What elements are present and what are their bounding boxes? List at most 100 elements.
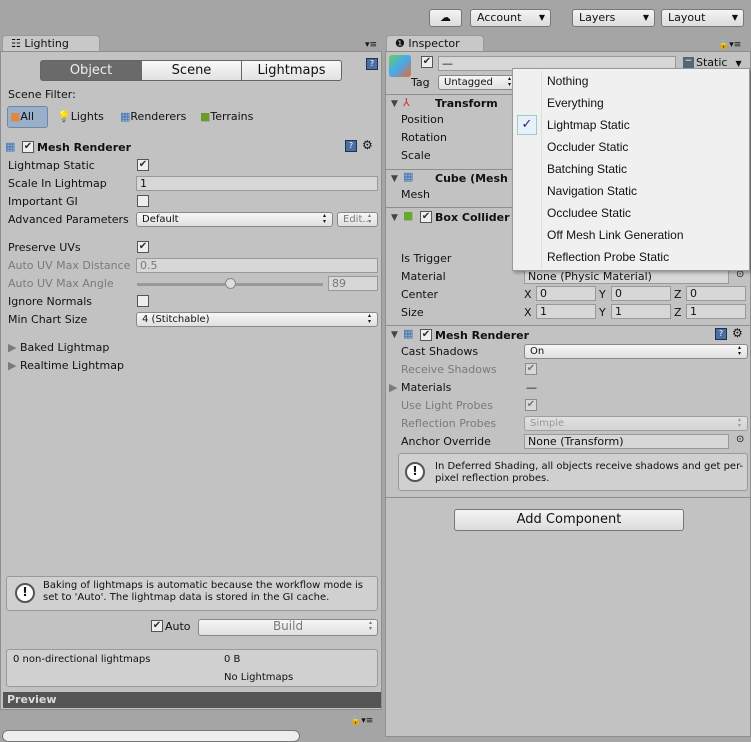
help-text: Baking of lightmaps is automatic because…	[43, 580, 364, 603]
scale-in-lightmap-input[interactable]: 1	[136, 176, 378, 191]
preserve-uvs-checkbox[interactable]	[137, 241, 149, 253]
info-icon: ❶	[395, 37, 409, 50]
search-input[interactable]	[2, 730, 300, 742]
vector-input[interactable]: 0	[611, 286, 671, 301]
vector-input[interactable]: 1	[536, 304, 596, 319]
filter-renderers[interactable]: ▦Renderers	[120, 110, 186, 123]
label: Anchor Override	[401, 435, 491, 448]
mesh-renderer-enabled-checkbox[interactable]	[22, 141, 34, 153]
filter-all[interactable]: ■All	[7, 106, 48, 128]
static-menu-item[interactable]: Occluder Static	[547, 140, 628, 154]
lightmap-count: 0 non-directional lightmaps	[13, 654, 151, 665]
vector-input[interactable]: 0	[686, 286, 746, 301]
help-icon[interactable]: ?	[345, 140, 357, 152]
tab-scene[interactable]: Scene	[141, 60, 242, 81]
layout-dropdown[interactable]: Layout ▼	[661, 9, 744, 27]
label: Mesh	[401, 188, 430, 201]
mesh-renderer-enabled-checkbox[interactable]	[420, 329, 432, 341]
axis-label: Y	[599, 306, 606, 319]
tag-dropdown[interactable]: Untagged	[438, 75, 518, 90]
label: Min Chart Size	[8, 313, 88, 326]
vector-input[interactable]: 0	[536, 286, 596, 301]
auto-uv-max-distance-input[interactable]: 0.5	[136, 258, 378, 273]
tab-lightmaps[interactable]: Lightmaps	[241, 60, 342, 81]
gameobject-cube-icon	[389, 55, 411, 77]
cube-icon: ■	[10, 110, 21, 123]
auto-uv-max-angle-slider[interactable]	[137, 278, 323, 289]
transform-icon: ⅄	[403, 96, 410, 109]
static-menu-item[interactable]: Batching Static	[547, 162, 627, 176]
min-chart-size-dropdown[interactable]: 4 (Stitchable)	[136, 312, 378, 327]
add-component-button[interactable]: Add Component	[454, 509, 684, 531]
important-gi-checkbox[interactable]	[137, 195, 149, 207]
static-checkbox-mixed[interactable]: −	[683, 57, 694, 68]
box-collider-enabled-checkbox[interactable]	[420, 211, 432, 223]
label: Ignore Normals	[8, 295, 93, 308]
baked-lightmap-foldout[interactable]: ▶ Baked Lightmap	[8, 341, 109, 354]
label: Scale In Lightmap	[8, 177, 107, 190]
auto-checkbox[interactable]	[151, 620, 163, 632]
help-icon[interactable]: ?	[366, 58, 378, 70]
filter-terrains[interactable]: ■Terrains	[200, 110, 253, 123]
label: Rotation	[401, 131, 448, 144]
tab-lighting[interactable]: ☷ Lighting	[2, 35, 100, 52]
build-button[interactable]: Build	[198, 619, 378, 636]
transform-title: Transform	[435, 97, 498, 110]
label: Cast Shadows	[401, 345, 479, 358]
active-checkbox[interactable]	[421, 56, 433, 68]
cast-shadows-dropdown[interactable]: On	[524, 344, 748, 359]
axis-label: X	[524, 306, 532, 319]
filter-lights[interactable]: 💡Lights	[57, 110, 104, 123]
scene-filter-label: Scene Filter:	[8, 88, 76, 101]
layers-dropdown[interactable]: Layers ▼	[572, 9, 655, 27]
reflection-probes-dropdown[interactable]: Simple	[524, 416, 748, 431]
gear-icon[interactable]: ⚙	[732, 326, 743, 340]
use-light-probes-checkbox[interactable]	[525, 399, 537, 411]
label: Important GI	[8, 195, 78, 208]
tag-label: Tag	[411, 76, 430, 89]
static-menu-item[interactable]: Nothing	[547, 74, 588, 88]
cloud-button[interactable]: ☁	[429, 9, 462, 27]
static-menu-item[interactable]: Navigation Static	[547, 184, 637, 198]
axis-label: Y	[599, 288, 606, 301]
lock-icon[interactable]: 🔒▾≡	[350, 716, 373, 726]
static-menu-item[interactable]: Occludee Static	[547, 206, 631, 220]
realtime-lightmap-foldout[interactable]: ▶ Realtime Lightmap	[8, 359, 124, 372]
materials-foldout[interactable]: ▶ Materials	[389, 381, 451, 394]
auto-uv-max-angle-input[interactable]: 89	[328, 276, 378, 291]
edit-button[interactable]: Edit...	[337, 212, 378, 227]
label: Auto UV Max Angle	[8, 277, 114, 290]
lightmap-static-checkbox[interactable]	[137, 159, 149, 171]
tab-object[interactable]: Object	[40, 60, 142, 81]
ignore-normals-checkbox[interactable]	[137, 295, 149, 307]
vector-input[interactable]: 1	[686, 304, 746, 319]
account-dropdown[interactable]: Account ▼	[470, 9, 551, 27]
vector-input[interactable]: 1	[611, 304, 671, 319]
panel-menu-icon[interactable]: ▾≡	[365, 40, 377, 50]
label: Reflection Probes	[401, 417, 497, 430]
mesh-renderer-title: Mesh Renderer	[435, 329, 530, 342]
mode-tabs: Object Scene Lightmaps	[40, 60, 342, 81]
static-menu-item[interactable]: Reflection Probe Static	[547, 250, 669, 264]
checkmark-icon: ✓	[517, 115, 537, 135]
static-menu-item[interactable]: Off Mesh Link Generation	[547, 228, 684, 242]
static-menu-item[interactable]: Lightmap Static	[547, 118, 630, 132]
label: Size	[401, 306, 424, 319]
axis-label: X	[524, 288, 532, 301]
help-icon[interactable]: ?	[715, 328, 727, 340]
info-icon: !	[15, 583, 35, 603]
object-picker-icon[interactable]: ⊙	[736, 434, 744, 445]
tab-inspector[interactable]: ❶ Inspector	[386, 35, 484, 52]
gear-icon[interactable]: ⚙	[362, 138, 373, 152]
advanced-parameters-dropdown[interactable]: Default	[136, 212, 333, 227]
physic-material-field[interactable]: None (Physic Material)	[524, 269, 729, 284]
anchor-override-field[interactable]: None (Transform)	[524, 434, 729, 449]
static-menu-item[interactable]: Everything	[547, 96, 604, 110]
static-flags-menu: Nothing Everything Lightmap Static ✓ Occlude…	[512, 68, 750, 271]
label: Auto UV Max Distance	[8, 259, 131, 272]
lock-icon[interactable]: 🔒▾≡	[718, 40, 741, 50]
lightmap-status: No Lightmaps	[224, 672, 294, 683]
preview-header[interactable]: Preview	[3, 692, 381, 708]
receive-shadows-checkbox[interactable]	[525, 363, 537, 375]
lightmap-size: 0 B	[224, 654, 241, 665]
